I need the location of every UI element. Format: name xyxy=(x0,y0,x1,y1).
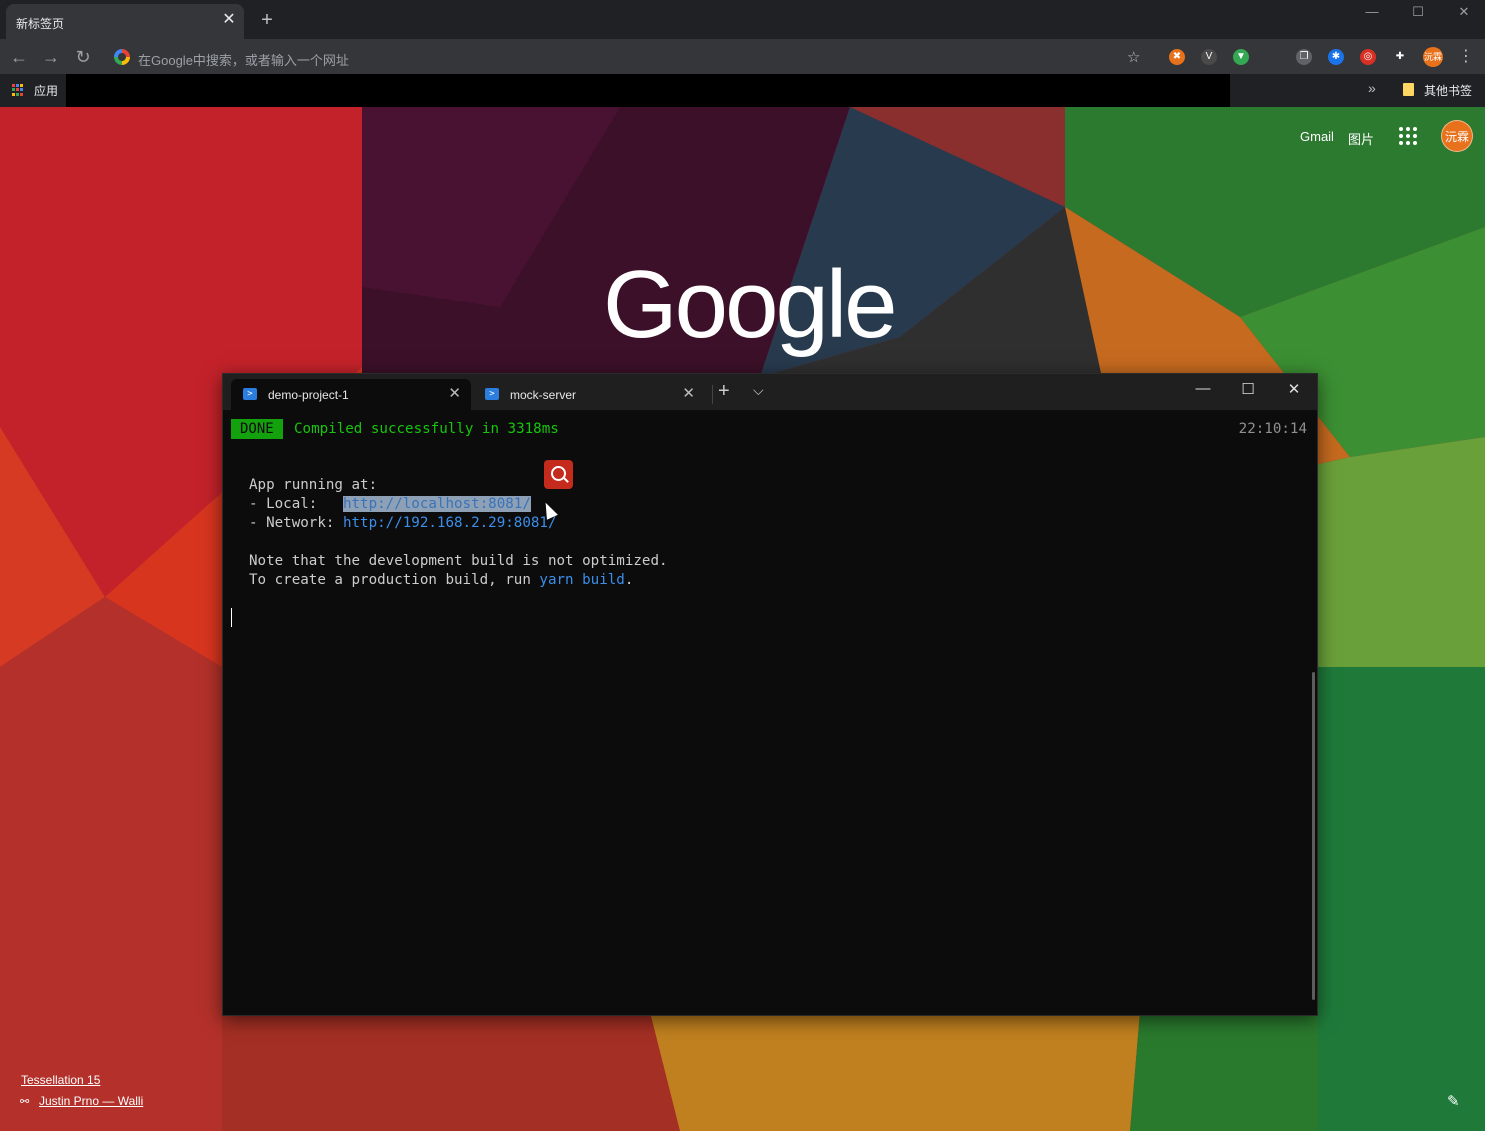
browser-tab-title: 新标签页 xyxy=(16,17,65,31)
prod-prefix: To create a production build, run xyxy=(249,572,540,588)
terminal-tab-title: demo-project-1 xyxy=(268,388,349,402)
powershell-icon: > xyxy=(485,388,499,400)
terminal-window: > demo-project-1 ✕ > mock-server ✕ + ⌵ —… xyxy=(222,373,1318,1016)
browser-toolbar: ← → ↻ 在Google中搜索，或者输入一个网址 ☆ ✖ V ▼ ❐ ✱ ◎ … xyxy=(0,39,1485,74)
account-avatar[interactable]: 沅霖 xyxy=(1441,120,1473,152)
ext-red-icon[interactable]: ◎ xyxy=(1360,49,1376,65)
terminal-maximize-button[interactable]: ☐ xyxy=(1233,380,1263,398)
window-close-button[interactable]: ✕ xyxy=(1441,0,1485,28)
browser-tabstrip: 新标签页 ✕ + — ☐ ✕ xyxy=(0,0,1485,39)
browser-tab-new-tab[interactable]: 新标签页 ✕ xyxy=(6,4,244,39)
local-label: - Local: xyxy=(249,496,343,512)
local-url-link[interactable]: http://localhost:8081/ xyxy=(342,496,531,512)
terminal-close-button[interactable]: ✕ xyxy=(1279,380,1309,398)
google-g-icon xyxy=(114,49,130,65)
bookmarks-overflow-icon[interactable]: » xyxy=(1368,80,1376,96)
ext-vue-icon[interactable]: V xyxy=(1201,49,1217,65)
back-button[interactable]: ← xyxy=(7,45,31,69)
images-link[interactable]: 图片 xyxy=(1348,129,1374,148)
link-icon: ⚯ xyxy=(20,1096,30,1108)
tab-separator xyxy=(712,385,713,404)
close-tab-icon[interactable]: ✕ xyxy=(220,11,238,29)
bookmark-apps[interactable]: 应用 xyxy=(34,82,58,99)
omnibox[interactable]: 在Google中搜索，或者输入一个网址 ☆ xyxy=(108,42,1153,72)
terminal-minimize-button[interactable]: — xyxy=(1188,380,1218,397)
google-apps-icon[interactable] xyxy=(1399,127,1417,145)
note-line: Note that the development build is not o… xyxy=(249,553,668,569)
terminal-output[interactable]: DONE Compiled successfully in 3318ms 22:… xyxy=(223,410,1317,1015)
network-label: - Network: xyxy=(249,515,343,531)
chevron-down-icon[interactable]: ⌵ xyxy=(753,382,764,399)
yarn-build-command: yarn build xyxy=(539,572,625,588)
ext-copy-icon[interactable]: ❐ xyxy=(1296,49,1312,65)
local-line: - Local: http://localhost:8081/ xyxy=(249,495,531,514)
reload-button[interactable]: ↻ xyxy=(71,45,95,69)
bookmark-star-icon[interactable]: ☆ xyxy=(1127,48,1140,66)
new-tab-button[interactable]: + xyxy=(256,9,278,31)
google-logo: Google xyxy=(603,251,898,358)
app-running-line: App running at: xyxy=(249,477,378,493)
timestamp: 22:10:14 xyxy=(1238,421,1307,437)
background-credit-title[interactable]: Tessellation 15 xyxy=(21,1073,100,1087)
background-credit-author[interactable]: Justin Prno — Walli xyxy=(39,1094,143,1108)
ext-marker-icon[interactable]: ▼ xyxy=(1233,49,1249,65)
bookmarks-bar: 应用 » 其他书签 xyxy=(0,74,1485,107)
network-line: - Network: http://192.168.2.29:8081/ xyxy=(249,514,557,533)
close-tab-icon[interactable]: ✕ xyxy=(682,384,695,402)
terminal-titlebar: > demo-project-1 ✕ > mock-server ✕ + ⌵ —… xyxy=(223,374,1317,410)
terminal-scrollbar[interactable] xyxy=(1312,672,1315,1000)
window-minimize-button[interactable]: — xyxy=(1349,0,1395,28)
gmail-link[interactable]: Gmail xyxy=(1300,129,1334,144)
production-build-line: To create a production build, run yarn b… xyxy=(249,571,633,590)
customize-pencil-icon[interactable]: ✎ xyxy=(1447,1092,1460,1110)
powershell-icon: > xyxy=(243,388,257,400)
terminal-tab-mock-server[interactable]: > mock-server ✕ xyxy=(473,379,705,410)
browser-menu-icon[interactable]: ⋮ xyxy=(1458,46,1474,66)
ext-orange-icon[interactable]: ✖ xyxy=(1169,49,1185,65)
terminal-tab-title: mock-server xyxy=(510,388,577,402)
bookmark-other[interactable]: 其他书签 xyxy=(1424,82,1472,99)
compile-message: Compiled successfully in 3318ms xyxy=(294,421,559,437)
new-terminal-tab-button[interactable]: + xyxy=(718,380,730,403)
search-icon[interactable] xyxy=(544,460,573,489)
profile-avatar[interactable]: 沅霖 xyxy=(1423,47,1443,67)
apps-grid-icon[interactable] xyxy=(12,84,24,96)
close-tab-icon[interactable]: ✕ xyxy=(448,384,461,402)
bookmarks-area xyxy=(66,74,1230,107)
status-badge: DONE xyxy=(231,419,283,439)
forward-button[interactable]: → xyxy=(39,45,63,69)
prod-suffix: . xyxy=(624,572,634,588)
folder-icon xyxy=(1403,83,1414,96)
window-maximize-button[interactable]: ☐ xyxy=(1395,0,1441,28)
ext-star-icon[interactable]: ✱ xyxy=(1328,49,1344,65)
network-url-link[interactable]: http://192.168.2.29:8081/ xyxy=(343,515,557,531)
omnibox-placeholder: 在Google中搜索，或者输入一个网址 xyxy=(138,53,349,68)
text-cursor xyxy=(231,608,232,627)
terminal-tab-demo-project-1[interactable]: > demo-project-1 ✕ xyxy=(231,379,471,410)
extensions-puzzle-icon[interactable]: ✚ xyxy=(1392,49,1408,65)
